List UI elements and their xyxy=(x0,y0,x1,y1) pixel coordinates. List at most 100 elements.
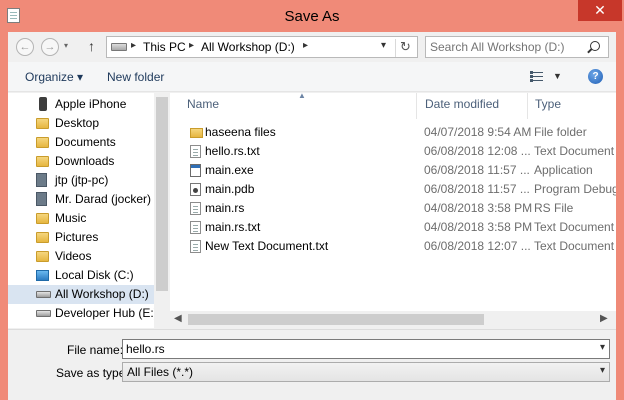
folder-icon xyxy=(36,213,49,224)
back-button[interactable]: ← xyxy=(16,38,34,56)
window-frame-right xyxy=(616,32,624,400)
chevron-down-icon[interactable]: ▾ xyxy=(600,365,605,376)
sidebar-item-label: Local Disk (C:) xyxy=(55,268,134,282)
sidebar-item-local-disk-c[interactable]: Local Disk (C:) xyxy=(8,266,154,285)
table-row[interactable]: main.rs.txt 04/08/2018 3:58 PM Text Docu… xyxy=(170,218,616,237)
file-date: 04/08/2018 3:58 PM xyxy=(424,201,533,215)
windows-drive-icon xyxy=(36,270,49,281)
chevron-down-icon[interactable]: ▾ xyxy=(381,40,386,51)
sidebar-item-all-workshop-d[interactable]: All Workshop (D:) xyxy=(8,285,154,304)
column-header-type[interactable]: Type xyxy=(535,97,561,111)
save-as-type-select[interactable]: All Files (*.*) ▾ xyxy=(122,362,610,382)
folder-icon xyxy=(36,118,49,129)
navigation-pane-scrollbar[interactable] xyxy=(154,93,170,328)
save-as-dialog: ← → ▾ ↑ ▸ This PC ▸ All Workshop (D:) ▸ … xyxy=(8,32,616,400)
file-date: 04/07/2018 9:54 AM xyxy=(424,125,532,139)
text-document-icon xyxy=(190,145,201,158)
chevron-right-icon[interactable]: ▸ xyxy=(131,40,136,51)
sidebar-item-apple-iphone[interactable]: Apple iPhone xyxy=(8,95,154,114)
refresh-button[interactable]: ↻ xyxy=(395,39,415,57)
breadcrumb-all-workshop[interactable]: All Workshop (D:) xyxy=(201,40,295,54)
sidebar-item-pictures[interactable]: Pictures xyxy=(8,228,154,247)
sidebar-item-mr-darad[interactable]: Mr. Darad (jocker) xyxy=(8,190,154,209)
folder-icon xyxy=(36,137,49,148)
file-name: main.exe xyxy=(205,163,254,177)
file-name-input[interactable] xyxy=(126,341,576,357)
file-type: RS File xyxy=(534,201,574,215)
sidebar-item-label: Mr. Darad (jocker) xyxy=(55,192,152,206)
navigation-bar: ← → ▾ ↑ ▸ This PC ▸ All Workshop (D:) ▸ … xyxy=(8,32,616,62)
sidebar-item-label: Apple iPhone xyxy=(55,97,127,111)
text-document-icon xyxy=(190,240,201,253)
file-name: main.pdb xyxy=(205,182,255,196)
command-bar: Organize ▾ New folder ▼ ? xyxy=(8,62,616,92)
file-name-label: File name: xyxy=(67,343,124,357)
file-list-horizontal-scrollbar[interactable]: ◀ ▶ xyxy=(170,311,616,328)
phone-icon xyxy=(39,97,47,111)
close-button[interactable]: ✕ xyxy=(578,0,622,21)
file-type: Program Debug D xyxy=(534,182,616,196)
search-icon[interactable] xyxy=(590,41,600,51)
address-bar[interactable]: ▸ This PC ▸ All Workshop (D:) ▸ ▾ ↻ xyxy=(106,36,418,58)
sidebar-item-music[interactable]: Music xyxy=(8,209,154,228)
table-row[interactable]: hello.rs.txt 06/08/2018 12:08 ... Text D… xyxy=(170,142,616,161)
new-folder-button[interactable]: New folder xyxy=(107,70,164,84)
sidebar-item-label: All Workshop (D:) xyxy=(55,287,149,301)
column-divider[interactable] xyxy=(527,93,528,119)
sidebar-item-label: Pictures xyxy=(55,230,99,244)
breadcrumb-this-pc[interactable]: This PC xyxy=(143,40,186,54)
chevron-right-icon[interactable]: ▸ xyxy=(303,40,308,51)
sidebar-item-documents[interactable]: Documents xyxy=(8,133,154,152)
help-icon[interactable]: ? xyxy=(588,69,603,84)
drive-icon xyxy=(36,310,51,317)
text-document-icon xyxy=(190,221,201,234)
sidebar-item-label: Music xyxy=(55,211,87,225)
scroll-left-icon[interactable]: ◀ xyxy=(174,313,182,324)
up-button[interactable]: ↑ xyxy=(88,38,95,54)
forward-button[interactable]: → xyxy=(41,38,59,56)
scrollbar-thumb[interactable] xyxy=(188,314,484,325)
chevron-right-icon[interactable]: ▸ xyxy=(189,40,194,51)
navigation-pane: Apple iPhone Desktop Documents Downloads… xyxy=(8,93,154,328)
table-row[interactable]: main.pdb 06/08/2018 11:57 ... Program De… xyxy=(170,180,616,199)
search-input[interactable] xyxy=(430,39,580,55)
file-name: main.rs xyxy=(205,201,245,215)
sidebar-item-downloads[interactable]: Downloads xyxy=(8,152,154,171)
search-box[interactable] xyxy=(425,36,609,58)
recent-locations-chevron-icon[interactable]: ▾ xyxy=(64,41,68,50)
chevron-down-icon[interactable]: ▼ xyxy=(553,71,562,81)
window-frame-left xyxy=(0,32,8,400)
view-options-icon[interactable] xyxy=(530,71,543,82)
sidebar-item-label: Developer Hub (E:) xyxy=(55,306,154,320)
window-title: Save As xyxy=(284,8,340,25)
organize-button[interactable]: Organize ▾ xyxy=(25,70,83,84)
table-row[interactable]: main.exe 06/08/2018 11:57 ... Applicatio… xyxy=(170,161,616,180)
sidebar-item-developer-hub-e[interactable]: Developer Hub (E:) xyxy=(8,304,154,323)
sidebar-item-desktop[interactable]: Desktop xyxy=(8,114,154,133)
table-row[interactable]: New Text Document.txt 06/08/2018 12:07 .… xyxy=(170,237,616,256)
table-row[interactable]: main.rs 04/08/2018 3:58 PM RS File xyxy=(170,199,616,218)
file-name: haseena files xyxy=(205,125,276,139)
scroll-right-icon[interactable]: ▶ xyxy=(600,313,608,324)
sidebar-item-videos[interactable]: Videos xyxy=(8,247,154,266)
scrollbar-thumb[interactable] xyxy=(156,97,168,291)
title-bar[interactable]: Save As ✕ xyxy=(0,0,624,32)
folder-icon xyxy=(36,251,49,262)
file-name-field[interactable]: ▾ xyxy=(122,339,610,359)
column-header-name[interactable]: Name xyxy=(187,97,219,111)
column-divider[interactable] xyxy=(416,93,417,119)
sidebar-item-label: jtp (jtp-pc) xyxy=(55,173,109,187)
save-as-type-value: All Files (*.*) xyxy=(127,365,194,379)
file-icon xyxy=(190,202,201,215)
chevron-down-icon[interactable]: ▾ xyxy=(600,342,605,353)
sidebar-item-jtp[interactable]: jtp (jtp-pc) xyxy=(8,171,154,190)
file-type: Text Document xyxy=(534,144,615,158)
network-computer-icon xyxy=(36,173,47,187)
sidebar-item-label: Downloads xyxy=(55,154,115,168)
file-type: Text Document xyxy=(534,239,615,253)
table-row[interactable]: haseena files 04/07/2018 9:54 AM File fo… xyxy=(170,123,616,142)
file-type: File folder xyxy=(534,125,587,139)
save-as-type-label: Save as type: xyxy=(56,366,129,380)
column-header-date-modified[interactable]: Date modified xyxy=(425,97,499,111)
sidebar-item-label: Videos xyxy=(55,249,92,263)
